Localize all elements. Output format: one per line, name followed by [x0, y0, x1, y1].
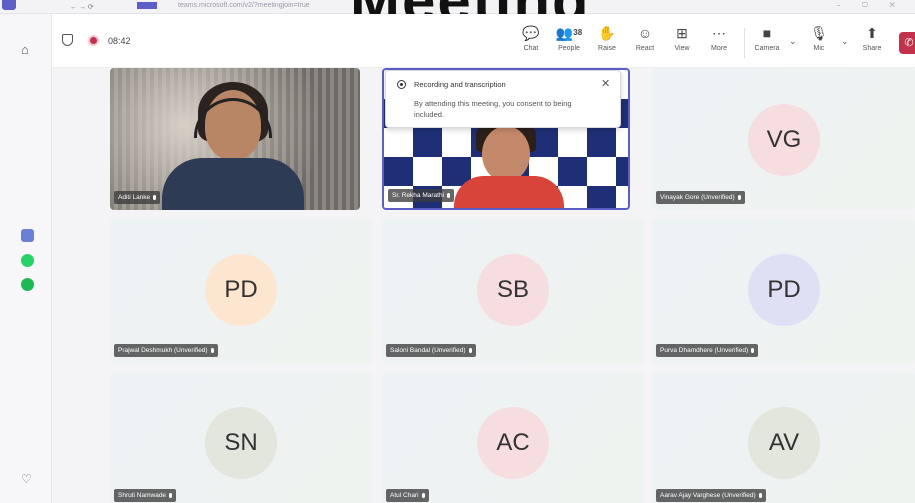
raise-label: Raise	[598, 45, 616, 52]
participant-name: Saloni Bandal (Unverified)	[386, 344, 476, 357]
popover-message: By attending this meeting, you consent t…	[414, 99, 572, 119]
mic-icon	[737, 194, 741, 200]
share-icon: ⬆	[866, 25, 878, 41]
app-rail: ⌂ ♡	[0, 14, 52, 503]
camera-button[interactable]: ■ Camera	[752, 24, 782, 52]
chat-button[interactable]: 💬 Chat	[516, 24, 546, 52]
avatar: AV	[748, 407, 820, 479]
people-count: 38	[573, 28, 583, 37]
mic-icon	[468, 347, 472, 353]
window-controls[interactable]: ⎯ ▢ ✕	[837, 2, 905, 10]
camera-icon: ■	[762, 25, 772, 41]
share-label: Share	[862, 45, 882, 52]
participant-name: Atul Chari	[386, 489, 429, 502]
meeting-control-bar: 08:42 💬 Chat 👥38 People ✋ Raise ☺ React …	[52, 14, 915, 68]
more-icon: ⋯	[712, 25, 726, 41]
view-label: View	[674, 45, 690, 52]
whatsapp-icon[interactable]	[21, 254, 34, 267]
mic-icon	[210, 347, 214, 353]
people-icon: 👥38	[555, 25, 583, 41]
close-icon[interactable]: ✕	[601, 77, 610, 90]
participant-grid: Aditi Lanke Sr. Rekha Marathi VG Vinayak…	[52, 68, 915, 503]
view-button[interactable]: ⊞ View	[667, 24, 697, 52]
avatar: SN	[205, 407, 277, 479]
favorites-icon[interactable]: ♡	[21, 472, 32, 486]
chat-icon: 💬	[522, 25, 540, 41]
mic-icon: 🎙	[810, 25, 828, 41]
mic-icon	[421, 492, 425, 498]
shield-icon[interactable]	[62, 34, 73, 46]
react-label: React	[635, 45, 655, 52]
meeting-timer: 08:42	[108, 36, 131, 46]
address-bar[interactable]: teams.microsoft.com/v2/?meetingjoin=true	[178, 2, 310, 9]
mic-icon	[153, 194, 157, 200]
avatar: PD	[748, 254, 820, 326]
react-icon: ☺	[637, 25, 653, 41]
teams-app-icon[interactable]	[2, 0, 16, 10]
mic-icon	[751, 347, 755, 353]
participant-name: Aditi Lanke	[114, 191, 161, 204]
share-button[interactable]: ⬆ Share	[857, 24, 887, 52]
participant-name: Sr. Rekha Marathi	[388, 189, 455, 202]
nav-arrows-icon[interactable]: ← → ⟳	[70, 3, 94, 11]
avatar: SB	[477, 254, 549, 326]
raise-hand-icon: ✋	[598, 25, 616, 41]
participant-name: Purva Dhamdhere (Unverified)	[656, 344, 759, 357]
popover-title: Recording and transcription	[414, 80, 506, 89]
more-label: More	[711, 45, 727, 52]
more-button[interactable]: ⋯ More	[704, 24, 734, 52]
view-icon: ⊞	[676, 25, 688, 41]
teams-meeting-window: ← → ⟳ teams.microsoft.com/v2/?meetingjoi…	[0, 0, 915, 503]
react-button[interactable]: ☺ React	[630, 24, 660, 52]
recording-indicator-icon	[90, 37, 97, 44]
mic-button[interactable]: 🎙 Mic	[804, 24, 834, 52]
avatar: VG	[748, 104, 820, 176]
participant-name: Aarav Ajay Varghese (Unverified)	[656, 489, 766, 502]
mic-options-chevron-icon[interactable]: ⌄	[841, 36, 849, 47]
mic-icon	[169, 492, 173, 498]
avatar: PD	[205, 254, 277, 326]
camera-options-chevron-icon[interactable]: ⌄	[789, 36, 797, 47]
recording-icon	[397, 80, 406, 89]
leave-button[interactable]: ✆	[899, 32, 915, 54]
mic-icon	[447, 192, 451, 198]
home-icon[interactable]: ⌂	[21, 42, 29, 57]
participant-tile[interactable]: PD Purva Dhamdhere (Unverified)	[652, 219, 915, 363]
toolbar-divider	[744, 28, 745, 58]
video-tile[interactable]: Aditi Lanke	[110, 68, 360, 210]
participant-name: Vinayak Gore (Unverified)	[656, 191, 745, 204]
people-label: People	[558, 45, 580, 52]
participant-tile[interactable]: SB Saloni Bandal (Unverified)	[382, 219, 644, 363]
participant-tile[interactable]: AC Atul Chari	[382, 372, 644, 503]
participant-name: Prajwal Deshmukh (Unverified)	[114, 344, 218, 357]
avatar: AC	[477, 407, 549, 479]
participant-tile[interactable]: VG Vinayak Gore (Unverified)	[652, 68, 915, 210]
camera-label: Camera	[754, 45, 780, 52]
raise-hand-button[interactable]: ✋ Raise	[592, 24, 622, 52]
people-button[interactable]: 👥38 People	[552, 24, 586, 52]
mic-icon	[758, 492, 762, 498]
site-identity-icon	[137, 2, 157, 9]
spotify-icon[interactable]	[21, 278, 34, 291]
mic-label: Mic	[813, 45, 825, 52]
participant-tile[interactable]: PD Prajwal Deshmukh (Unverified)	[110, 219, 372, 363]
chat-label: Chat	[523, 45, 539, 52]
app-shortcut-icon[interactable]	[21, 229, 34, 242]
participant-tile[interactable]: SN Shruti Namwade	[110, 372, 372, 503]
participant-tile[interactable]: AV Aarav Ajay Varghese (Unverified)	[652, 372, 915, 503]
recording-consent-popover: Recording and transcription ✕ By attendi…	[385, 70, 621, 128]
participant-name: Shruti Namwade	[114, 489, 177, 502]
